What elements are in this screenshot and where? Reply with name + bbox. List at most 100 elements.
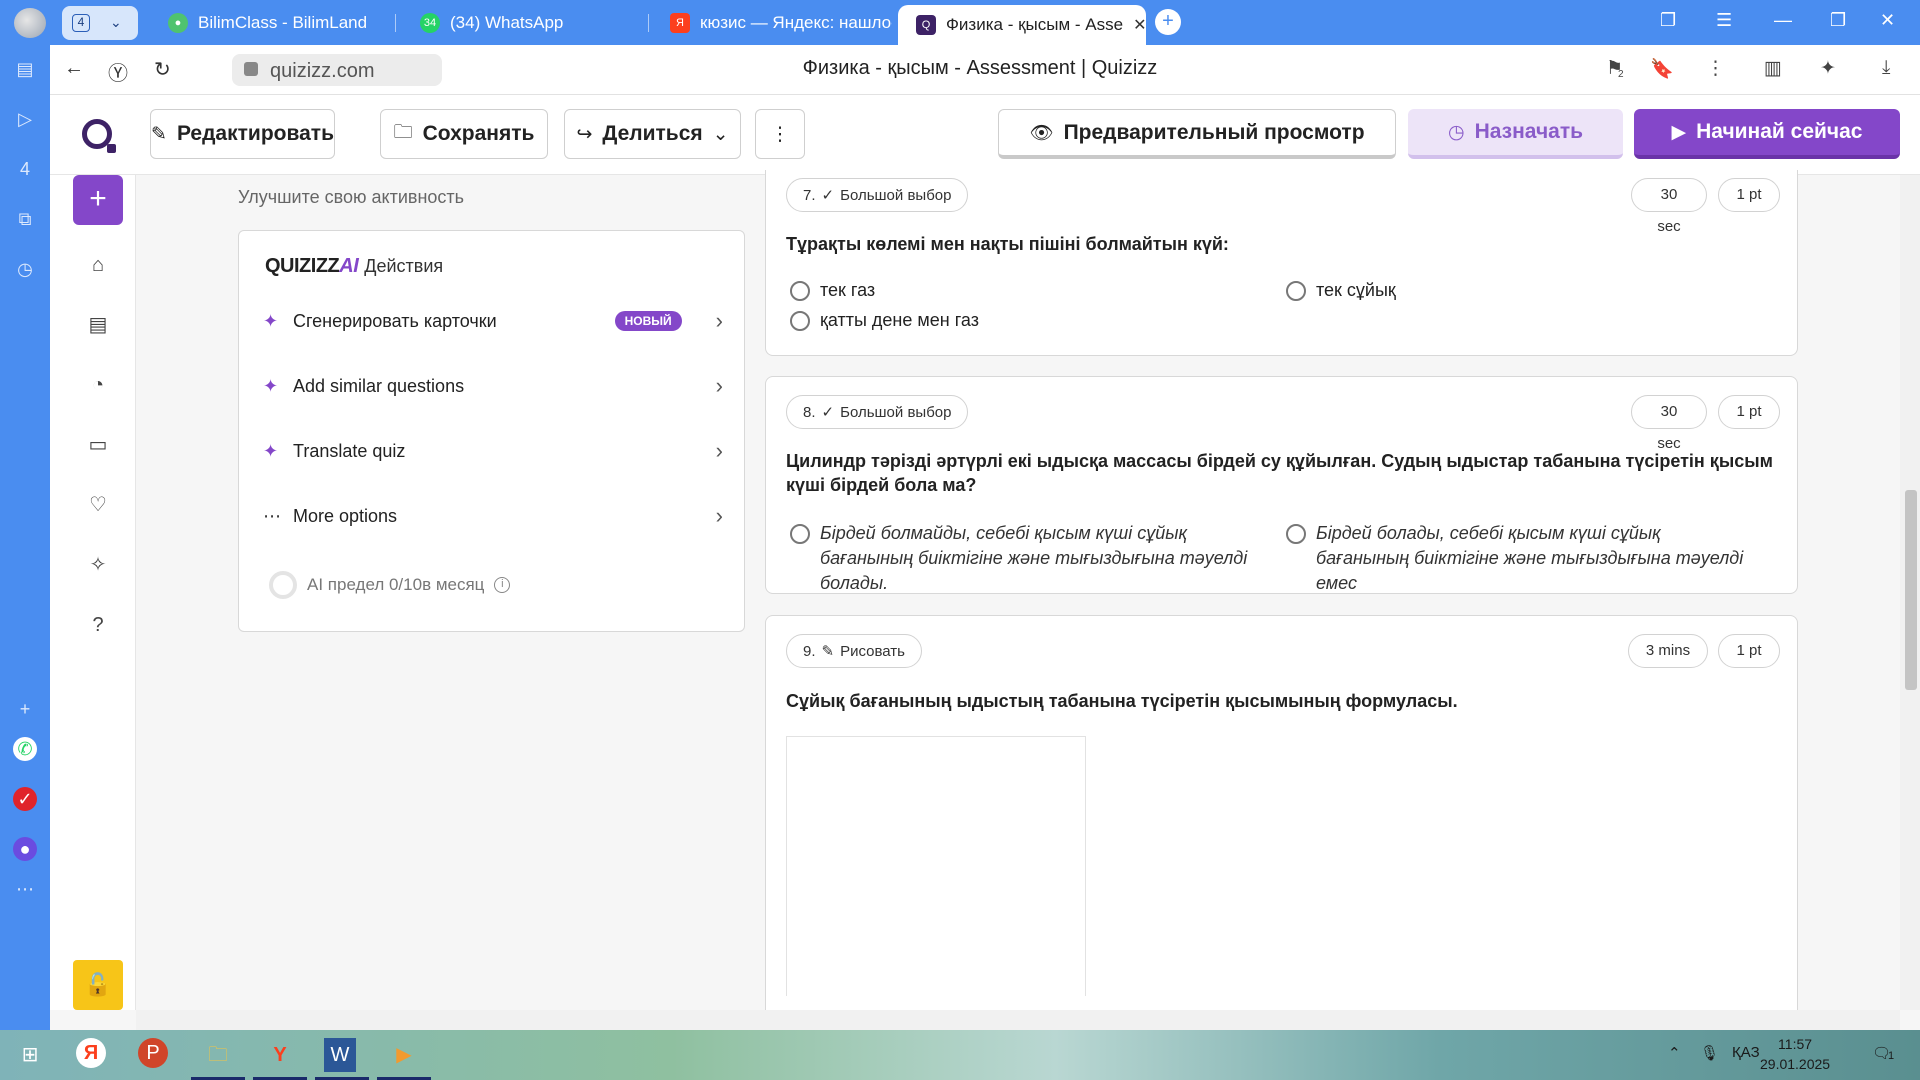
assign-button[interactable]: ◷ Назначать bbox=[1408, 109, 1623, 159]
close-window-icon[interactable]: ✕ bbox=[1880, 10, 1895, 31]
classes-icon[interactable]: ▭ bbox=[84, 431, 112, 459]
tab-whatsapp[interactable]: 34 (34) WhatsApp bbox=[402, 0, 642, 45]
points-pill[interactable]: 1 pt bbox=[1718, 178, 1780, 212]
address-bar: ← Ⓨ ↻ quizizz.com Физика - қысым - Asses… bbox=[50, 45, 1920, 95]
yandex-home-icon[interactable]: Ⓨ bbox=[108, 57, 128, 86]
play-icon[interactable]: ▷ bbox=[13, 107, 37, 131]
share-button[interactable]: ↪ Делиться ⌄ bbox=[564, 109, 741, 159]
horizontal-scrollbar[interactable] bbox=[136, 1010, 1900, 1030]
unlock-button[interactable]: 🔓 bbox=[73, 960, 123, 1010]
tab-yandex-search[interactable]: Я кюзис — Яндекс: нашлось bbox=[652, 0, 892, 45]
more-dots-icon[interactable]: ⋯ bbox=[13, 877, 37, 901]
powerpoint-icon[interactable]: P bbox=[138, 1038, 168, 1068]
save-label: Сохранять bbox=[422, 122, 535, 145]
clock-time: 11:57 bbox=[1778, 1036, 1813, 1052]
generate-flashcards-item[interactable]: ✦ Сгенерировать карточки НОВЫЙ › bbox=[263, 306, 723, 336]
accommodations-icon[interactable]: ♡ bbox=[84, 491, 112, 519]
word-icon[interactable]: W bbox=[315, 1038, 369, 1080]
screenshot-icon[interactable]: ⧉ bbox=[13, 207, 37, 231]
question-type-pill[interactable]: 7. ✓ Большой выбор bbox=[786, 178, 969, 212]
new-tab-button[interactable]: + bbox=[1155, 9, 1181, 35]
yandex-browser-icon[interactable]: Y bbox=[253, 1038, 307, 1080]
tab-title: (34) WhatsApp bbox=[450, 12, 564, 32]
bookmark-icon[interactable]: 🔖 bbox=[1650, 57, 1674, 81]
points-pill[interactable]: 1 pt bbox=[1718, 634, 1780, 668]
answer-option[interactable]: қатты дене мен газ bbox=[790, 308, 979, 333]
notifications-count: 1 bbox=[1888, 1050, 1895, 1062]
ai-sparkle-icon[interactable]: ✧ bbox=[84, 551, 112, 579]
whatsapp-icon[interactable]: ✆ bbox=[13, 737, 37, 761]
answer-option[interactable]: Бірдей болмайды, себебі қысым күші сұйық… bbox=[790, 521, 1260, 596]
menu-icon[interactable]: ☰ bbox=[1716, 10, 1732, 31]
vertical-scrollbar[interactable] bbox=[1900, 175, 1920, 1010]
back-arrow-icon[interactable]: ← bbox=[64, 57, 84, 80]
chevron-up-icon[interactable]: ⌃ bbox=[1668, 1044, 1681, 1062]
quizizz-logo[interactable] bbox=[82, 119, 116, 153]
download-icon[interactable]: ⤓ bbox=[1882, 57, 1890, 79]
start-now-button[interactable]: ▶ Начинай сейчас bbox=[1634, 109, 1900, 159]
time-pill[interactable]: 30 sec bbox=[1631, 178, 1707, 235]
checkmark-icon: ✓ bbox=[821, 187, 835, 204]
collections-icon[interactable]: ▤ bbox=[13, 57, 37, 81]
tasks-check-icon[interactable]: ✓ bbox=[13, 787, 37, 811]
answer-option[interactable]: тек сұйық bbox=[1286, 278, 1396, 303]
create-button[interactable]: + bbox=[73, 175, 123, 225]
reader-icon[interactable]: ▥ bbox=[1764, 57, 1782, 80]
usage-ring-icon bbox=[269, 571, 297, 599]
reload-icon[interactable]: ↻ bbox=[154, 57, 171, 82]
points-pill[interactable]: 1 pt bbox=[1718, 395, 1780, 429]
library-icon[interactable]: ▤ bbox=[84, 311, 112, 339]
home-icon[interactable]: ⌂ bbox=[84, 251, 112, 279]
translate-quiz-item[interactable]: ✦ Translate quiz › bbox=[263, 436, 723, 466]
close-tab-icon[interactable]: ✕ bbox=[1133, 15, 1146, 35]
chevron-down-icon: ⌄ bbox=[110, 14, 122, 30]
profile-avatar[interactable] bbox=[14, 8, 46, 38]
yandex-app-icon[interactable]: Я bbox=[76, 1038, 106, 1068]
microphone-icon[interactable]: 🎙 bbox=[1700, 1044, 1719, 1062]
restore-icon[interactable]: ❐ bbox=[1830, 10, 1846, 31]
tab-bilimclass[interactable]: ● BilimClass - BilimLand bbox=[150, 0, 390, 45]
alice-assistant-icon[interactable]: ● bbox=[13, 837, 37, 861]
question-type-pill[interactable]: 9. ✎ Рисовать bbox=[786, 634, 922, 668]
preview-button[interactable]: 👁 Предварительный просмотр bbox=[998, 109, 1396, 159]
more-options-item[interactable]: ⋯ More options › bbox=[263, 501, 723, 531]
time-pill[interactable]: 3 mins bbox=[1628, 634, 1708, 668]
history-icon[interactable]: ◷ bbox=[13, 257, 37, 281]
drawing-canvas[interactable] bbox=[786, 736, 1086, 996]
tab-counter-icon[interactable]: 4 bbox=[13, 157, 37, 181]
more-options-button[interactable]: ⋮ bbox=[755, 109, 805, 159]
add-similar-questions-item[interactable]: ✦ Add similar questions › bbox=[263, 371, 723, 401]
tabs-panel-icon[interactable]: ❐ bbox=[1660, 10, 1676, 31]
action-label: Add similar questions bbox=[293, 375, 465, 396]
share-icon: ↪ bbox=[576, 123, 593, 145]
more-vertical-icon[interactable]: ⋮ bbox=[1706, 57, 1725, 80]
windows-start-icon[interactable]: ⊞ bbox=[12, 1038, 48, 1072]
url-text: quizizz.com bbox=[270, 60, 375, 82]
system-clock[interactable]: 11:57 29.01.2025 bbox=[1760, 1034, 1830, 1074]
new-badge: НОВЫЙ bbox=[614, 311, 682, 331]
info-icon[interactable]: i bbox=[494, 577, 511, 593]
question-type-pill[interactable]: 8. ✓ Большой выбор bbox=[786, 395, 969, 429]
file-explorer-icon[interactable]: 🗀 bbox=[191, 1038, 245, 1080]
tab-groups-button[interactable]: 4 ⌄ bbox=[62, 6, 138, 40]
answer-option[interactable]: тек газ bbox=[790, 278, 875, 303]
keyboard-language[interactable]: ҚАЗ bbox=[1732, 1044, 1760, 1061]
media-player-icon[interactable]: ▶ bbox=[377, 1038, 431, 1080]
time-pill[interactable]: 30 sec bbox=[1631, 395, 1707, 452]
reports-icon[interactable]: ◔ bbox=[84, 371, 112, 399]
scrollbar-thumb[interactable] bbox=[1905, 490, 1917, 690]
add-panel-icon[interactable]: + bbox=[13, 697, 37, 721]
url-field[interactable]: quizizz.com bbox=[232, 54, 442, 86]
answer-option[interactable]: Бірдей болады, себебі қысым күші сұйық б… bbox=[1286, 521, 1756, 596]
help-icon[interactable]: ? bbox=[84, 611, 112, 639]
assign-label: Назначать bbox=[1474, 120, 1584, 143]
edit-button[interactable]: ✎ Редактировать bbox=[150, 109, 335, 159]
save-button[interactable]: 🗀 Сохранять bbox=[380, 109, 548, 159]
minimize-icon[interactable]: — bbox=[1774, 10, 1792, 31]
tab-separator bbox=[648, 14, 649, 32]
extension-badge: 2 bbox=[1618, 69, 1624, 80]
preview-label: Предварительный просмотр bbox=[1063, 120, 1365, 144]
tab-quizizz-active[interactable]: Q Физика - қысым - Asse ✕ bbox=[898, 5, 1146, 45]
eye-icon: 👁 bbox=[1029, 122, 1054, 144]
protect-icon[interactable]: ✦ bbox=[1820, 57, 1836, 80]
